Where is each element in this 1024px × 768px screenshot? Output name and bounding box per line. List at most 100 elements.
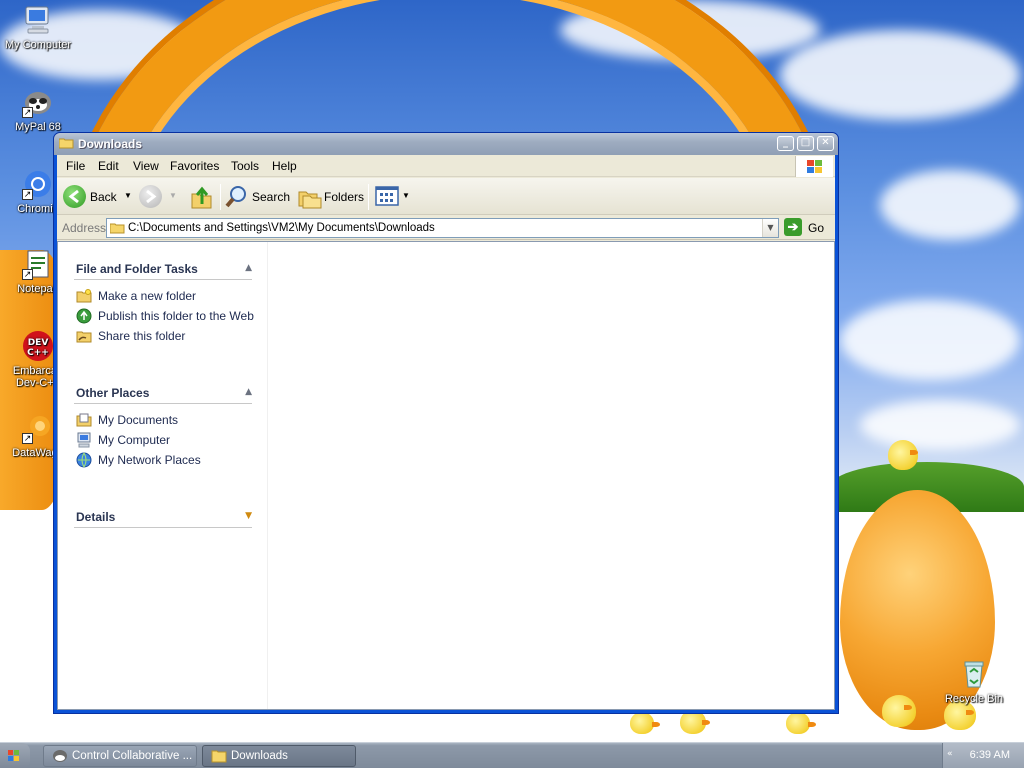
folder-icon [211,749,227,763]
notepad-icon: ↗ [22,248,54,280]
windows-logo-icon [795,156,833,177]
menu-edit[interactable]: Edit [98,159,119,173]
recycle-bin-icon [958,658,990,690]
menu-tools[interactable]: Tools [231,159,259,173]
address-value: C:\Documents and Settings\VM2\My Documen… [128,222,435,234]
clock[interactable]: 6:39 AM [970,749,1010,761]
task-pane: File and Folder Tasks ▲ Make a new folde… [58,242,268,709]
tray-expand-icon[interactable]: « [947,749,953,759]
content-area: File and Folder Tasks ▲ Make a new folde… [57,241,835,710]
toolbar: Back ▼ ▼ Search Folders ▼ [57,178,835,215]
publish-web-icon [76,308,92,324]
details-header[interactable]: Details ▼ [74,506,252,528]
task-publish-folder-to-web[interactable]: Publish this folder to the Web [74,306,254,326]
other-places-section: Other Places ▲ My Documents My Computer [74,382,252,470]
new-folder-icon [76,288,92,304]
place-label: My Network Places [98,453,201,467]
menu-favorites[interactable]: Favorites [170,159,219,173]
desktop-icon-recycle-bin[interactable]: Recycle Bin [936,658,1012,705]
collapse-chevron-icon[interactable]: ▲ [245,387,252,397]
back-button[interactable]: Back ▼ [63,184,135,210]
address-dropdown-icon[interactable]: ▼ [762,219,778,237]
taskbar-item-label: Downloads [231,750,288,762]
desktop-icon-label: Recycle Bin [944,693,1004,705]
datawagon-icon: ↗ [22,412,54,444]
maximize-button[interactable]: □ [797,136,814,151]
folders-button[interactable]: Folders [297,184,365,213]
task-label: Make a new folder [98,289,197,303]
menu-help[interactable]: Help [272,159,297,173]
place-label: My Documents [98,413,179,427]
address-label: Address [62,221,107,235]
menu-view[interactable]: View [133,159,159,173]
desktop-icon-label: My Computer [4,39,72,51]
folder-icon [109,222,125,237]
go-arrow-icon: ➔ [784,218,802,236]
taskbar: Control Collaborative ... Downloads « 6:… [0,742,1024,768]
my-computer-icon [76,432,92,448]
desktop-icon-my-computer[interactable]: My Computer [0,4,76,51]
search-icon [224,184,250,213]
task-share-folder[interactable]: Share this folder [74,326,252,346]
details-section: Details ▼ [74,506,252,528]
expand-chevron-icon[interactable]: ▼ [245,511,252,521]
task-make-new-folder[interactable]: Make a new folder [74,286,252,306]
place-my-computer[interactable]: My Computer [74,430,252,450]
menu-bar: File Edit View Favorites Tools Help [57,155,835,177]
views-dropdown-icon[interactable]: ▼ [402,191,410,200]
svg-text:C++: C++ [27,348,49,358]
go-label: Go [808,221,825,235]
section-title: Other Places [76,386,150,400]
taskbar-item-label: Control Collaborative ... [72,750,193,762]
forward-button[interactable]: ▼ [139,184,179,210]
section-title: File and Folder Tasks [76,262,198,276]
address-input[interactable]: C:\Documents and Settings\VM2\My Documen… [106,218,779,238]
folder-icon [58,137,74,149]
place-my-network-places[interactable]: My Network Places [74,450,252,470]
chick-image [630,712,660,734]
svg-text:DEV: DEV [28,338,49,348]
window-title: Downloads [78,137,143,151]
search-button[interactable]: Search [224,184,290,210]
windows-flag-icon [8,750,19,761]
back-arrow-icon [63,185,86,208]
file-folder-tasks-header[interactable]: File and Folder Tasks ▲ [74,258,252,280]
network-places-icon [76,452,92,468]
system-tray: « 6:39 AM [942,743,1024,768]
views-icon [375,185,399,210]
taskbar-item-downloads[interactable]: Downloads [202,745,356,767]
other-places-header[interactable]: Other Places ▲ [74,382,252,404]
minimize-button[interactable]: _ [777,136,794,151]
file-list-area[interactable] [269,242,834,709]
place-label: My Computer [98,433,171,447]
my-computer-icon [22,4,54,36]
title-bar[interactable]: Downloads _ □ ✕ [54,133,838,155]
task-label: Publish this folder to the Web [98,309,254,323]
desktop-icon-label: MyPal 68 [15,121,61,133]
mypal-icon [52,749,68,763]
collapse-chevron-icon[interactable]: ▲ [245,263,252,273]
explorer-window: Downloads _ □ ✕ File Edit View Favorites… [53,132,839,714]
start-button[interactable] [0,743,30,768]
menu-file[interactable]: File [66,159,85,173]
folders-label: Folders [324,190,365,204]
search-label: Search [252,190,291,204]
close-button[interactable]: ✕ [817,136,834,151]
devcpp-icon: DEV C++ [22,330,54,362]
taskbar-item-control-collaborative[interactable]: Control Collaborative ... [43,745,197,767]
place-my-documents[interactable]: My Documents [74,410,252,430]
section-title: Details [76,510,116,524]
views-button[interactable]: ▼ [375,184,411,210]
up-folder-button[interactable] [189,184,215,210]
desktop-icon-mypal[interactable]: ↗ MyPal 68 [0,86,76,133]
chromium-icon: ↗ [22,168,54,200]
folders-icon [297,184,323,213]
chick-image [888,440,918,470]
forward-arrow-icon [139,185,162,208]
address-bar: Address C:\Documents and Settings\VM2\My… [57,216,835,240]
back-dropdown-icon[interactable]: ▼ [124,191,132,200]
file-folder-tasks-section: File and Folder Tasks ▲ Make a new folde… [74,258,254,346]
chick-image [882,695,916,727]
mypal-icon: ↗ [22,86,54,118]
up-folder-icon [189,184,215,213]
